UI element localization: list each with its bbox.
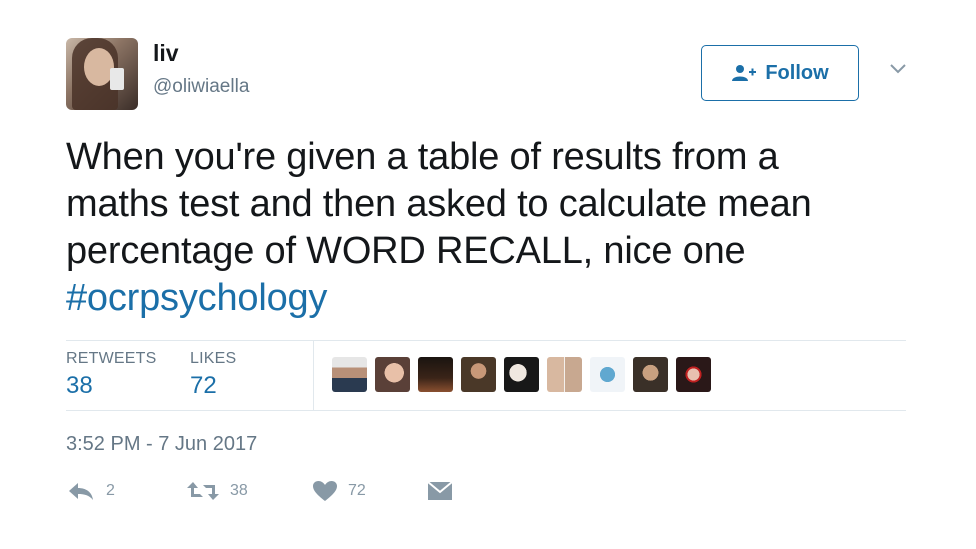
- user-avatar[interactable]: [66, 38, 138, 110]
- reply-button[interactable]: 2: [66, 480, 115, 502]
- hashtag-link[interactable]: #ocrpsychology: [66, 275, 926, 322]
- chevron-down-icon[interactable]: [888, 62, 908, 76]
- liker-avatar[interactable]: [461, 357, 496, 392]
- likers-avatars: [332, 357, 711, 392]
- direct-message-icon: [427, 481, 453, 500]
- likes-stat[interactable]: LIKES 72: [190, 350, 236, 400]
- follow-button[interactable]: Follow: [701, 45, 859, 101]
- stats-vertical-divider: [313, 341, 314, 410]
- like-count: 72: [348, 482, 366, 499]
- liker-avatar[interactable]: [633, 357, 668, 392]
- liker-avatar[interactable]: [418, 357, 453, 392]
- user-display-name[interactable]: liv: [153, 40, 179, 67]
- liker-avatar[interactable]: [504, 357, 539, 392]
- liker-avatar[interactable]: [676, 357, 711, 392]
- reply-count: 2: [106, 482, 115, 499]
- liker-avatar[interactable]: [375, 357, 410, 392]
- liker-avatar[interactable]: [590, 357, 625, 392]
- retweet-icon: [187, 482, 219, 500]
- liker-avatar[interactable]: [547, 357, 582, 392]
- follow-button-label: Follow: [765, 61, 829, 84]
- likes-label: LIKES: [190, 350, 237, 367]
- tweet-text-line: percentage of WORD RECALL, nice one: [66, 230, 746, 272]
- stats-top-divider: [66, 340, 906, 341]
- retweets-stat[interactable]: RETWEETS 38: [66, 350, 157, 400]
- like-button[interactable]: 72: [312, 480, 366, 502]
- direct-message-button[interactable]: [426, 480, 454, 502]
- stats-bottom-divider: [66, 410, 906, 411]
- retweet-button[interactable]: 38: [186, 480, 248, 502]
- reply-icon: [69, 483, 93, 500]
- avatar-phone: [110, 68, 124, 90]
- likes-count: 72: [190, 372, 217, 399]
- heart-icon: [313, 481, 337, 501]
- retweets-label: RETWEETS: [66, 350, 157, 367]
- retweet-count: 38: [230, 482, 248, 499]
- tweet-text-line: When you're given a table of results fro…: [66, 136, 779, 178]
- tweet-text-line: maths test and then asked to calculate m…: [66, 183, 812, 225]
- liker-avatar[interactable]: [332, 357, 367, 392]
- person-add-icon: [732, 65, 757, 81]
- tweet-timestamp[interactable]: 3:52 PM - 7 Jun 2017: [66, 433, 257, 456]
- tweet-text: When you're given a table of results fro…: [66, 134, 926, 322]
- user-handle[interactable]: @oliwiaella: [153, 76, 249, 98]
- retweets-count: 38: [66, 372, 93, 399]
